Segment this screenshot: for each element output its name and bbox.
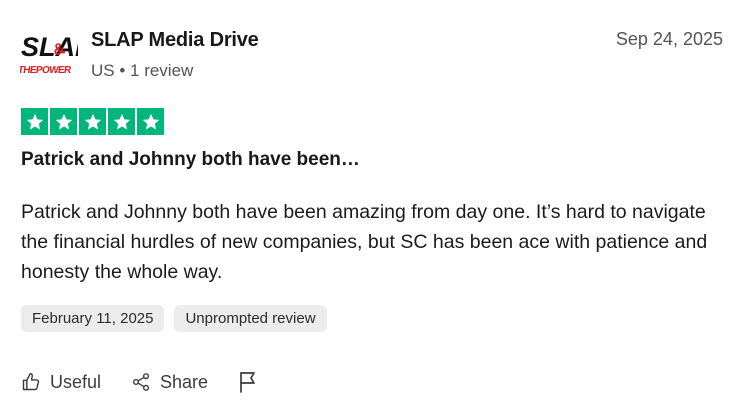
review-actions: Useful Share <box>21 371 288 393</box>
useful-label: Useful <box>50 371 102 392</box>
reviewer-meta: US • 1 review <box>91 61 194 80</box>
avatar-logo-text: SLAP <box>21 32 78 62</box>
experience-date-tag: February 11, 2025 <box>21 305 165 332</box>
star-icon <box>108 108 135 135</box>
slap-logo: SLAP & THEPOWER <box>17 32 94 76</box>
star-icon <box>79 108 106 135</box>
share-button[interactable]: Share <box>131 372 208 393</box>
star-icon <box>137 108 164 135</box>
share-icon <box>131 372 151 392</box>
review-card: SLAP & THEPOWER SLAP Media Drive US • 1 … <box>0 0 747 420</box>
thumbs-up-icon <box>21 372 41 392</box>
review-title[interactable]: Patrick and Johnny both have been… <box>21 149 360 171</box>
review-type-tag: Unprompted review <box>174 305 327 332</box>
review-date: Sep 24, 2025 <box>615 29 723 49</box>
review-body: Patrick and Johnny both have been amazin… <box>21 201 708 283</box>
star-rating <box>21 108 164 135</box>
review-tags: February 11, 2025 Unprompted review <box>21 305 327 332</box>
avatar-logo-subtext: THEPOWER <box>20 65 73 76</box>
reviewer-avatar[interactable]: SLAP & THEPOWER <box>17 26 94 78</box>
flag-icon <box>238 371 258 393</box>
report-button[interactable] <box>238 371 258 393</box>
star-icon <box>21 108 48 135</box>
star-icon <box>50 108 77 135</box>
share-label: Share <box>160 371 209 392</box>
reviewer-name[interactable]: SLAP Media Drive <box>91 29 259 52</box>
useful-button[interactable]: Useful <box>21 372 101 393</box>
